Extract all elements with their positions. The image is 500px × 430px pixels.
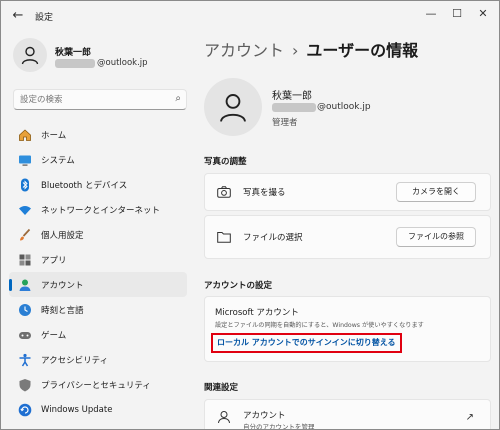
bluetooth-icon — [17, 177, 33, 193]
microsoft-account-card: Microsoft アカウント 設定とファイルの同期を自動的にすると、Windo… — [204, 296, 491, 362]
related-accounts-title: アカウント — [243, 411, 286, 421]
take-photo-label: 写真を撮る — [243, 188, 286, 198]
choose-file-card: ファイルの選択 ファイルの参照 — [204, 215, 491, 259]
sidebar-item-accessibility[interactable]: アクセシビリティ — [9, 347, 187, 372]
breadcrumb: アカウント › ユーザーの情報 — [204, 37, 418, 61]
user-avatar — [204, 78, 262, 136]
sidebar-item-privacy[interactable]: プライバシーとセキュリティ — [9, 372, 187, 397]
sidebar-item-network[interactable]: ネットワークとインターネット — [9, 197, 187, 222]
sidebar-item-apps[interactable]: アプリ — [9, 247, 187, 272]
sidebar-item-gaming[interactable]: ゲーム — [9, 322, 187, 347]
sidebar-item-time-language[interactable]: 時刻と言語 — [9, 297, 187, 322]
accessibility-icon — [17, 352, 33, 368]
sidebar-item-label: 個人用設定 — [41, 230, 84, 241]
open-camera-button[interactable]: カメラを開く — [396, 182, 476, 202]
sidebar-avatar[interactable] — [13, 38, 47, 72]
back-arrow-icon[interactable]: ← — [9, 8, 27, 24]
breadcrumb-separator-icon: › — [292, 41, 299, 60]
time-language-icon — [17, 302, 33, 318]
sidebar-item-label: ゲーム — [41, 330, 67, 341]
switch-to-local-account-link[interactable]: ローカル アカウントでのサインインに切り替える — [211, 333, 402, 353]
windows-update-icon — [17, 402, 33, 418]
camera-icon — [217, 185, 231, 199]
sidebar-item-label: アプリ — [41, 255, 67, 266]
search-icon[interactable]: ⌕ — [175, 93, 181, 104]
user-icon — [220, 94, 246, 122]
user-role: 管理者 — [272, 118, 298, 128]
sidebar-item-label: アクセシビリティ — [41, 355, 109, 366]
privacy-icon — [17, 377, 33, 393]
user-email: @outlook.jp — [317, 102, 371, 112]
sidebar-nav: ホーム システム Bluetooth とデバイス ネットワークとインターネット … — [9, 122, 187, 422]
sidebar-email-redaction — [55, 59, 95, 68]
sidebar-item-windows-update[interactable]: Windows Update — [9, 397, 187, 422]
sidebar-item-label: ホーム — [41, 130, 67, 141]
sidebar-item-label: Bluetooth とデバイス — [41, 180, 128, 191]
user-icon — [21, 46, 39, 65]
home-icon — [17, 127, 33, 143]
settings-window: ← 設定 — ☐ ✕ 秋葉一郎 @outlook.jp ⌕ ホーム システム — [0, 0, 500, 430]
microsoft-account-title: Microsoft アカウント — [215, 308, 299, 318]
sidebar-item-label: 時刻と言語 — [41, 305, 84, 316]
browse-files-button[interactable]: ファイルの参照 — [396, 227, 476, 247]
section-title-photo: 写真の調整 — [204, 157, 247, 167]
gaming-icon — [17, 327, 33, 343]
sidebar-item-home[interactable]: ホーム — [9, 122, 187, 147]
sidebar-user-email: @outlook.jp — [97, 58, 148, 68]
system-icon — [17, 152, 33, 168]
app-title: 設定 — [35, 13, 54, 23]
close-button[interactable]: ✕ — [473, 5, 493, 23]
sidebar-item-label: ネットワークとインターネット — [41, 205, 161, 216]
sidebar-item-personalization[interactable]: 個人用設定 — [9, 222, 187, 247]
sidebar-item-label: Windows Update — [41, 404, 113, 415]
sidebar-item-system[interactable]: システム — [9, 147, 187, 172]
sidebar-item-bluetooth[interactable]: Bluetooth とデバイス — [9, 172, 187, 197]
sidebar-user-name: 秋葉一郎 — [55, 48, 92, 58]
take-photo-card: 写真を撮る カメラを開く — [204, 173, 491, 211]
section-title-account-settings: アカウントの設定 — [204, 281, 273, 291]
personalization-icon — [17, 227, 33, 243]
search-box[interactable]: ⌕ — [13, 89, 187, 110]
microsoft-account-description: 設定とファイルの同期を自動的にすると、Windows が使いやすくなります — [215, 322, 424, 329]
sidebar-item-accounts[interactable]: アカウント — [9, 272, 187, 297]
breadcrumb-parent[interactable]: アカウント — [204, 41, 284, 60]
page-title: ユーザーの情報 — [306, 41, 419, 60]
sidebar-item-label: プライバシーとセキュリティ — [41, 380, 151, 391]
accounts-icon — [17, 277, 33, 293]
apps-icon — [17, 252, 33, 268]
section-title-related: 関連設定 — [204, 383, 239, 393]
sidebar-item-label: システム — [41, 155, 75, 166]
user-email-redaction — [272, 103, 316, 112]
user-name: 秋葉一郎 — [272, 91, 312, 102]
account-icon — [217, 410, 231, 424]
related-accounts-card[interactable]: アカウント 自分のアカウントを管理 ↗ — [204, 399, 491, 430]
minimize-button[interactable]: — — [421, 5, 441, 23]
folder-icon — [217, 230, 231, 244]
choose-file-label: ファイルの選択 — [243, 233, 303, 243]
sidebar-item-label: アカウント — [41, 280, 84, 291]
maximize-button[interactable]: ☐ — [447, 5, 467, 23]
external-link-icon: ↗ — [465, 412, 474, 423]
network-icon — [17, 202, 33, 218]
title-bar: ← 設定 — ☐ ✕ — [1, 1, 499, 31]
search-input[interactable] — [20, 93, 170, 107]
related-accounts-subtitle: 自分のアカウントを管理 — [243, 423, 315, 430]
